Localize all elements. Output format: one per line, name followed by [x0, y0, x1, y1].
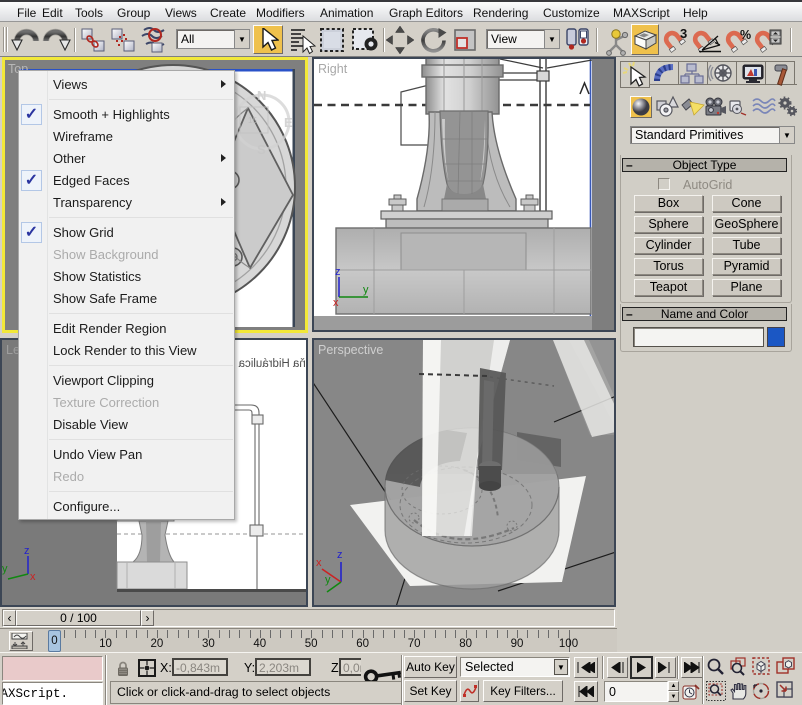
svg-text:y: y [325, 574, 331, 586]
svg-text:y: y [363, 284, 369, 296]
svg-text:3: 3 [680, 26, 687, 41]
svg-text:x: x [316, 557, 322, 569]
svg-text:N: N [257, 88, 266, 103]
svg-text:z: z [335, 266, 341, 278]
svg-text:%: % [740, 28, 751, 42]
svg-text:S: S [257, 142, 266, 157]
svg-text:x: x [333, 297, 339, 309]
svg-text:15: 15 [248, 116, 257, 125]
svg-text:E: E [284, 115, 293, 130]
svg-text:x: x [30, 571, 36, 583]
svg-text:z: z [337, 549, 343, 561]
svg-text:z: z [24, 545, 30, 557]
svg-text:y: y [2, 563, 8, 575]
